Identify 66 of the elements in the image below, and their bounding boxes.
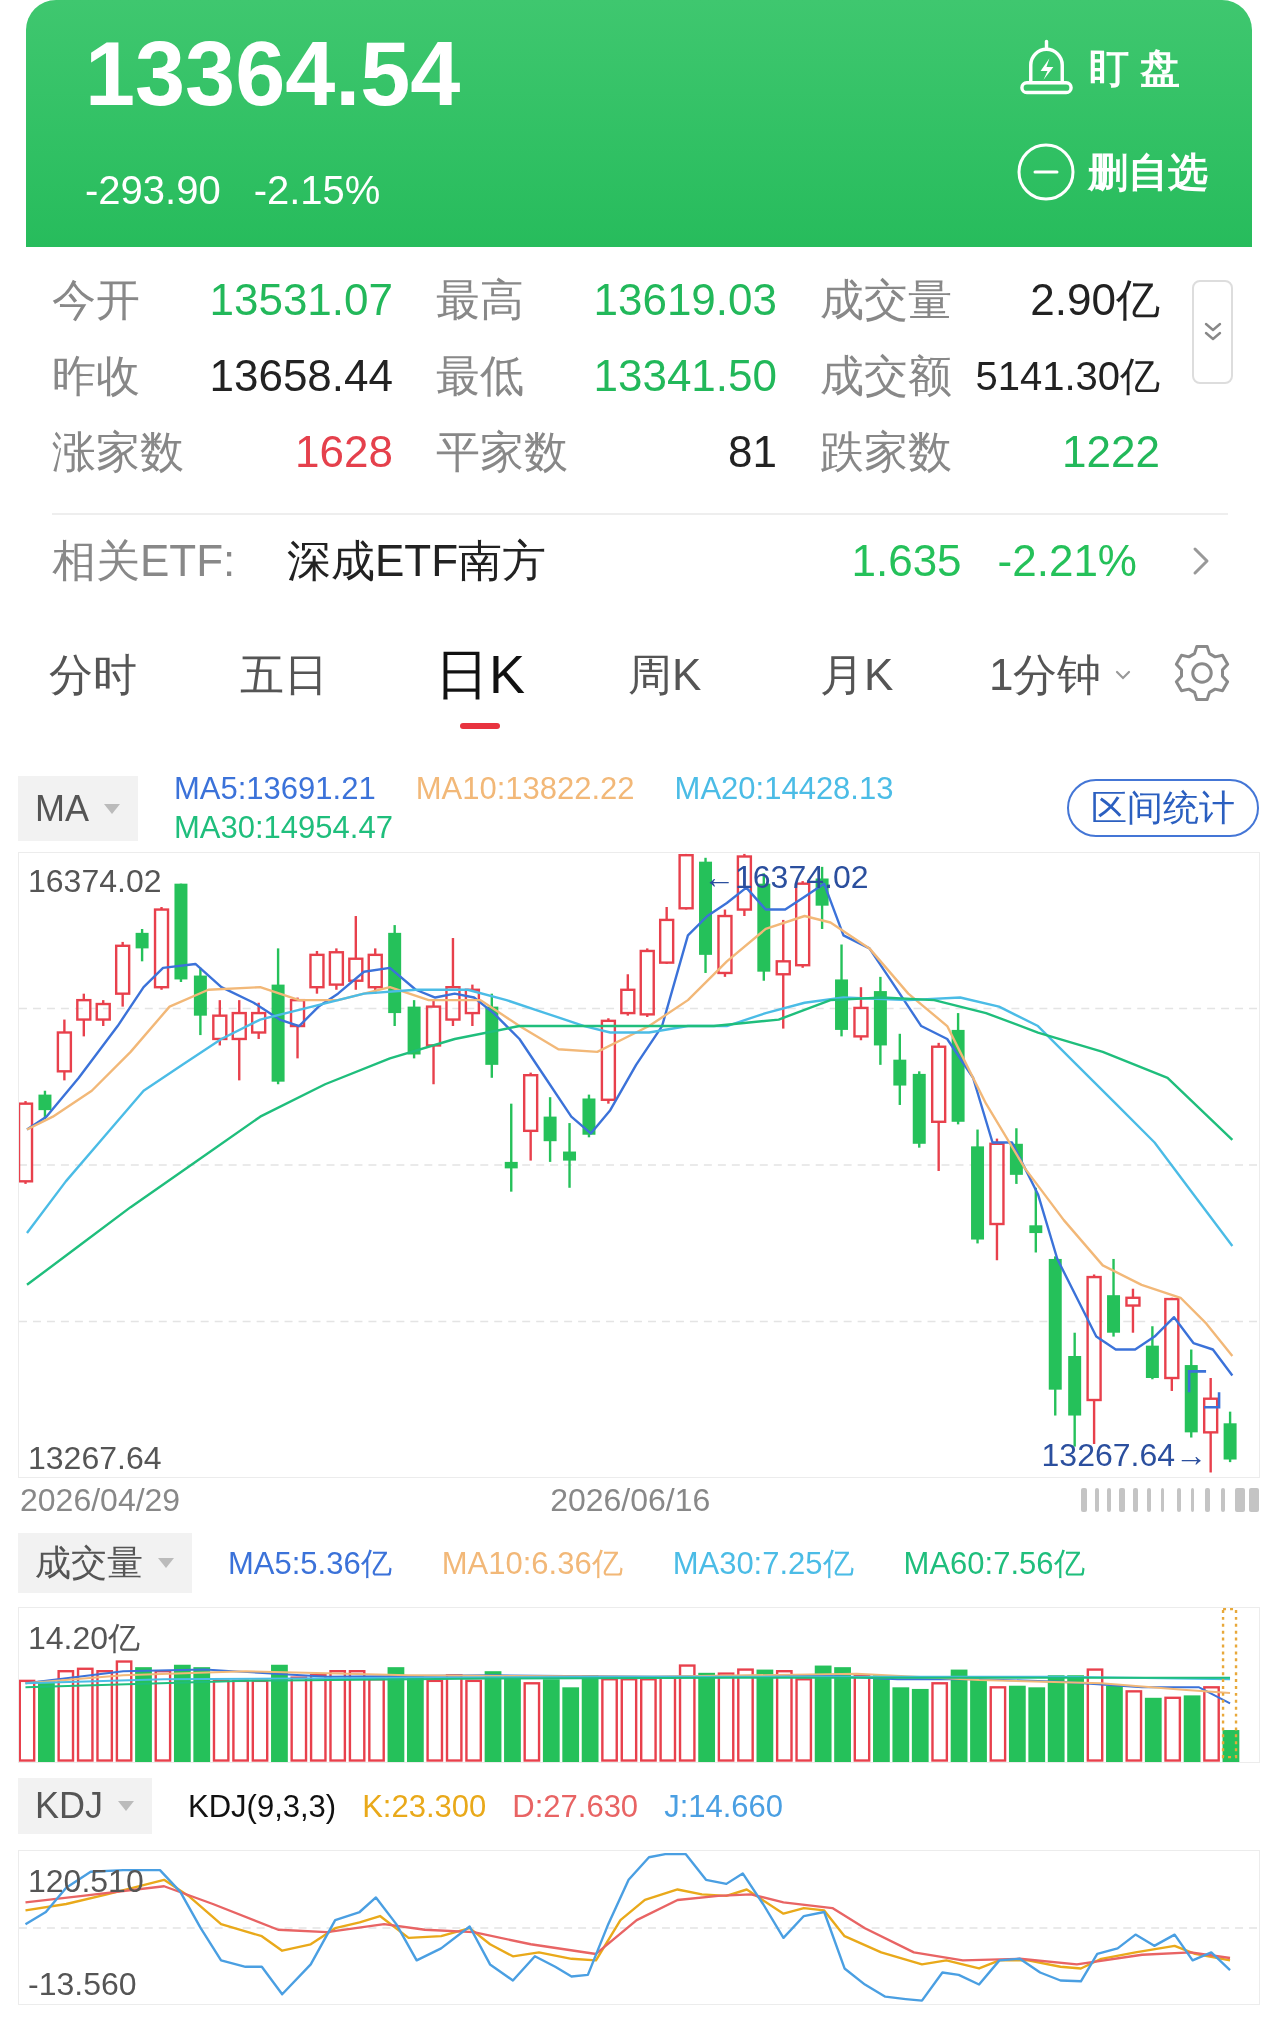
indicator-params: KDJ(9,3,3)	[188, 1787, 337, 1826]
etf-label: 相关ETF:	[52, 534, 237, 587]
caret-icon	[104, 803, 120, 814]
stat-label: 最低	[436, 349, 524, 402]
vertical-bars-icon	[1081, 1486, 1259, 1514]
stat-label: 昨收	[52, 349, 140, 402]
legend-label: MA30:7.25亿	[672, 1544, 854, 1583]
double-chevron-icon	[1202, 321, 1223, 343]
stat-value: 1222	[1061, 427, 1160, 477]
period-tab[interactable]: 周K	[628, 620, 702, 730]
legend-label: MA60:7.56亿	[903, 1544, 1085, 1583]
expand-button[interactable]	[1192, 280, 1233, 384]
legend-label: MA5:5.36亿	[228, 1544, 392, 1583]
bracket-marker-icon	[1187, 1370, 1221, 1409]
legend-label: D:27.630	[512, 1787, 639, 1826]
bell-icon	[1017, 39, 1076, 97]
indicator-dropdown[interactable]: KDJ	[18, 1778, 152, 1834]
axis-max-label: 14.20亿	[28, 1622, 141, 1654]
change-percent: -2.15%	[253, 167, 381, 214]
indicator-dropdown[interactable]: 成交量	[18, 1533, 192, 1593]
stat-label: 平家数	[436, 425, 568, 478]
period-tab[interactable]: 日K	[435, 620, 526, 730]
minus-circle-icon	[1017, 143, 1075, 201]
etf-name[interactable]: 深成ETF南方	[287, 531, 852, 591]
axis-min-label: 13267.64	[28, 1442, 162, 1474]
stat-label: 涨家数	[52, 425, 184, 478]
date-label: 2026/06/16	[550, 1481, 711, 1519]
stat-value: 2.90亿	[1029, 273, 1160, 326]
stat-value: 5141.30亿	[974, 352, 1160, 400]
chevron-down-icon	[1115, 670, 1132, 680]
stat-label: 跌家数	[820, 425, 952, 478]
caret-icon	[158, 1558, 174, 1568]
stat-value: 13531.07	[208, 275, 393, 325]
etf-change-percent: -2.21%	[997, 536, 1137, 586]
legend-label: MA5:13691.21	[174, 770, 376, 808]
price-change: -293.90	[85, 167, 221, 214]
stat-label: 最高	[436, 273, 524, 326]
settings-icon[interactable]	[1172, 644, 1232, 702]
chevron-right-icon[interactable]	[1192, 546, 1210, 576]
etf-price: 1.635	[851, 536, 962, 586]
stat-label: 成交额	[820, 349, 952, 402]
axis-max-label: 16374.02	[28, 865, 162, 897]
caret-icon	[118, 1801, 134, 1811]
stat-label: 成交量	[820, 273, 952, 326]
period-tab[interactable]: 1分钟	[989, 620, 1132, 730]
current-price: 13364.54	[85, 24, 461, 124]
period-tab[interactable]: 五日	[240, 620, 328, 730]
stat-value: 13658.44	[208, 351, 393, 401]
legend-label: K:23.300	[362, 1787, 487, 1826]
date-label: 2026/04/29	[20, 1481, 181, 1519]
indicator-dropdown[interactable]: MA	[18, 776, 138, 841]
legend-label: MA10:6.36亿	[441, 1544, 623, 1583]
stat-label: 今开	[52, 273, 140, 326]
range-stats-button[interactable]: 区间统计	[1067, 779, 1259, 837]
axis-min-label: -13.560	[28, 1968, 137, 2000]
period-tab[interactable]: 月K	[820, 620, 894, 730]
stat-value: 13619.03	[592, 275, 777, 325]
stat-value: 81	[727, 427, 777, 477]
legend-label: MA30:14954.47	[174, 809, 393, 847]
stat-value: 1628	[294, 427, 393, 477]
legend-label: MA10:13822.22	[415, 770, 635, 808]
low-price-marker: 13267.64→	[1041, 1439, 1207, 1471]
legend-label: J:14.660	[664, 1787, 784, 1826]
legend-label: MA20:14428.13	[674, 770, 894, 808]
stat-value: 13341.50	[592, 351, 777, 401]
period-tab[interactable]: 分时	[49, 620, 137, 730]
